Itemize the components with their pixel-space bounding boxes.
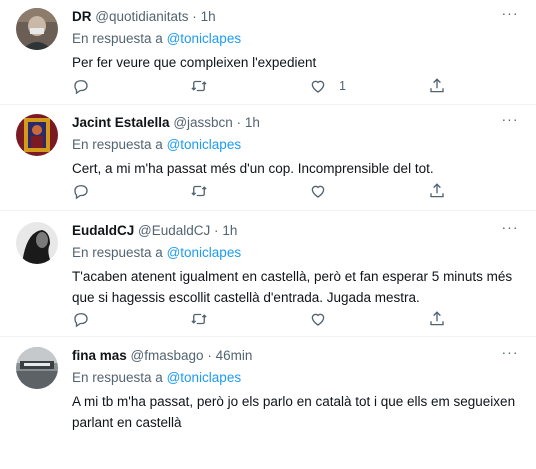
tweet-time[interactable]: 1h [222, 223, 237, 238]
retweet-icon [191, 185, 207, 197]
author-handle[interactable]: @quotidianitats [95, 9, 188, 24]
tweet-header: Jacint Estalella @jassbcn · 1h [72, 114, 520, 131]
like-button[interactable] [309, 182, 327, 200]
separator-dot: · [236, 115, 242, 130]
avatar-dr[interactable] [16, 8, 58, 50]
tweet-header: DR @quotidianitats · 1h [72, 8, 520, 25]
like-icon [311, 313, 325, 326]
separator-dot: · [207, 348, 212, 363]
reply-prefix: En respuesta a [72, 137, 163, 152]
retweet-button[interactable] [190, 182, 208, 200]
tweet-actions [72, 182, 520, 202]
reply-mention-link[interactable]: @toniclapes [167, 245, 242, 260]
author-name[interactable]: EudaldCJ [72, 223, 134, 238]
tweet-text-line: T'acaben atenent igualment en castellà, … [72, 269, 513, 284]
tweet-text: A mi tb m'ha passat, però jo els parlo e… [72, 391, 520, 433]
share-button[interactable] [428, 182, 446, 200]
retweet-button[interactable] [190, 77, 208, 95]
avatar-fina[interactable] [16, 347, 58, 389]
tweet-time[interactable]: 46min [216, 348, 253, 363]
author-handle[interactable]: @fmasbago [131, 348, 204, 363]
tweet-header: EudaldCJ @EudaldCJ · 1h [72, 222, 520, 239]
reply-context: En respuesta a @toniclapes [72, 30, 520, 47]
tweet-actions: 1 [72, 77, 520, 97]
more-options-button[interactable]: ··· [500, 345, 520, 363]
share-button[interactable] [428, 310, 446, 328]
avatar-image [16, 222, 58, 264]
like-count: 1 [339, 79, 346, 93]
tweet-3[interactable]: fina mas @fmasbago · 46min En respuesta … [0, 337, 536, 469]
reply-prefix: En respuesta a [72, 370, 163, 385]
retweet-icon [191, 80, 207, 92]
share-icon [430, 311, 444, 326]
reply-button[interactable] [72, 182, 90, 200]
more-options-button[interactable]: ··· [500, 112, 520, 130]
more-options-button[interactable]: ··· [500, 220, 520, 238]
like-button[interactable] [309, 310, 327, 328]
tweet-0[interactable]: DR @quotidianitats · 1h En respuesta a @… [0, 0, 536, 105]
reply-context: En respuesta a @toniclapes [72, 369, 520, 386]
author-handle[interactable]: @EudaldCJ [138, 223, 210, 238]
like-button[interactable]: 1 [309, 77, 346, 95]
share-icon [430, 183, 444, 198]
tweet-text-line: Per fer veure que compleixen l'expedient [72, 55, 317, 70]
author-name[interactable]: fina mas [72, 348, 127, 363]
reply-mention-link[interactable]: @toniclapes [167, 137, 242, 152]
reply-button[interactable] [72, 310, 90, 328]
tweet-time[interactable]: 1h [245, 115, 260, 130]
tweet-text: Per fer veure que compleixen l'expedient [72, 52, 520, 73]
reply-icon [74, 185, 88, 200]
tweet-2[interactable]: EudaldCJ @EudaldCJ · 1h En respuesta a @… [0, 211, 536, 337]
tweet-1[interactable]: Jacint Estalella @jassbcn · 1h En respue… [0, 105, 536, 211]
more-options-button[interactable]: ··· [500, 6, 520, 24]
like-icon [311, 80, 325, 93]
reply-mention-link[interactable]: @toniclapes [167, 370, 242, 385]
tweet-actions [72, 310, 520, 330]
tweet-text-line: parlant en castellà [72, 415, 182, 430]
reply-icon [74, 313, 88, 328]
avatar-image [16, 114, 58, 156]
separator-dot: · [192, 9, 197, 24]
tweet-text-line: A mi tb m'ha passat, però jo els parlo e… [72, 394, 516, 409]
reply-context: En respuesta a @toniclapes [72, 244, 520, 261]
avatar-image [16, 347, 58, 389]
reply-prefix: En respuesta a [72, 31, 163, 46]
share-button[interactable] [428, 77, 446, 95]
reply-context: En respuesta a @toniclapes [72, 136, 520, 153]
avatar-eudald[interactable] [16, 222, 58, 264]
retweet-icon [191, 313, 207, 325]
tweet-text: T'acaben atenent igualment en castellà, … [72, 266, 520, 308]
author-name[interactable]: Jacint Estalella [72, 115, 170, 130]
share-icon [430, 78, 444, 93]
like-icon [311, 185, 325, 198]
tweet-header: fina mas @fmasbago · 46min [72, 347, 520, 364]
tweet-text-line: Cert, a mi m'ha passat més d'un cop. Inc… [72, 161, 434, 176]
reply-mention-link[interactable]: @toniclapes [167, 31, 242, 46]
reply-prefix: En respuesta a [72, 245, 163, 260]
avatar-image [16, 8, 58, 50]
tweet-time[interactable]: 1h [201, 9, 216, 24]
separator-dot: · [214, 223, 219, 238]
avatar-jacint[interactable] [16, 114, 58, 156]
reply-icon [74, 80, 88, 95]
author-handle[interactable]: @jassbcn [173, 115, 232, 130]
author-name[interactable]: DR [72, 9, 92, 24]
tweet-text-line: que si hagessis escollit castellà d'entr… [72, 290, 420, 305]
tweet-text: Cert, a mi m'ha passat més d'un cop. Inc… [72, 158, 520, 179]
retweet-button[interactable] [190, 310, 208, 328]
reply-button[interactable] [72, 77, 90, 95]
